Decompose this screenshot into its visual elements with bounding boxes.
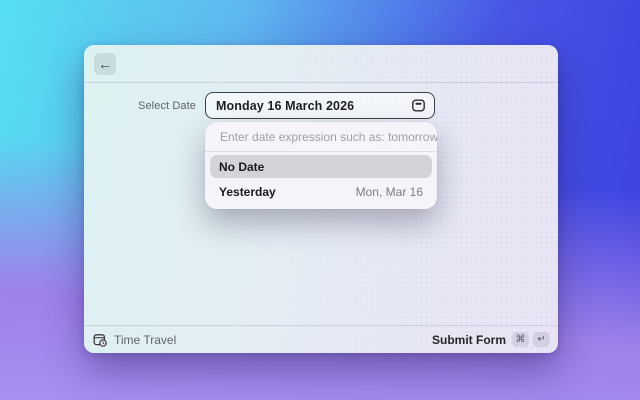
date-picker-field[interactable]: Monday 16 March 2026	[205, 92, 435, 119]
back-arrow-icon: ←	[98, 55, 112, 72]
date-expression-placeholder: Enter date expression such as: tomorrow	[220, 129, 437, 144]
form-area: Select Date Monday 16 March 2026 Enter d…	[84, 83, 558, 325]
date-field-label: Select Date	[138, 99, 196, 112]
date-picker-value: Monday 16 March 2026	[216, 98, 355, 113]
date-picker-dropdown: Enter date expression such as: tomorrow …	[205, 122, 437, 209]
window-footer: Time Travel Submit Form ⌘ ↵	[84, 325, 558, 353]
dropdown-option-list: No Date Yesterday Mon, Mar 16	[205, 152, 437, 209]
raycast-window: ← Select Date Monday 16 March 2026 Enter…	[84, 45, 558, 353]
time-travel-calendar-clock-icon	[93, 333, 107, 347]
command-key-icon: ⌘	[512, 332, 529, 347]
desktop-background: ← Select Date Monday 16 March 2026 Enter…	[0, 0, 640, 400]
option-detail: Mon, Mar 16	[355, 184, 423, 199]
dropdown-option-no-date[interactable]: No Date	[210, 155, 432, 178]
calendar-icon	[411, 98, 426, 113]
date-field-row: Select Date Monday 16 March 2026	[84, 92, 558, 119]
back-button[interactable]: ←	[94, 52, 116, 75]
submit-form-label: Submit Form	[432, 332, 506, 347]
dropdown-option-yesterday[interactable]: Yesterday Mon, Mar 16	[210, 180, 432, 203]
shortcut-keys: ⌘ ↵	[512, 332, 550, 347]
option-label: Yesterday	[219, 184, 276, 199]
return-key-icon: ↵	[533, 332, 550, 347]
window-header: ←	[84, 45, 558, 83]
date-expression-input[interactable]: Enter date expression such as: tomorrow	[205, 122, 437, 151]
submit-form-button[interactable]: Submit Form ⌘ ↵	[432, 332, 550, 347]
option-label: No Date	[219, 159, 265, 174]
extension-identity: Time Travel	[93, 333, 176, 347]
extension-name: Time Travel	[114, 332, 177, 347]
